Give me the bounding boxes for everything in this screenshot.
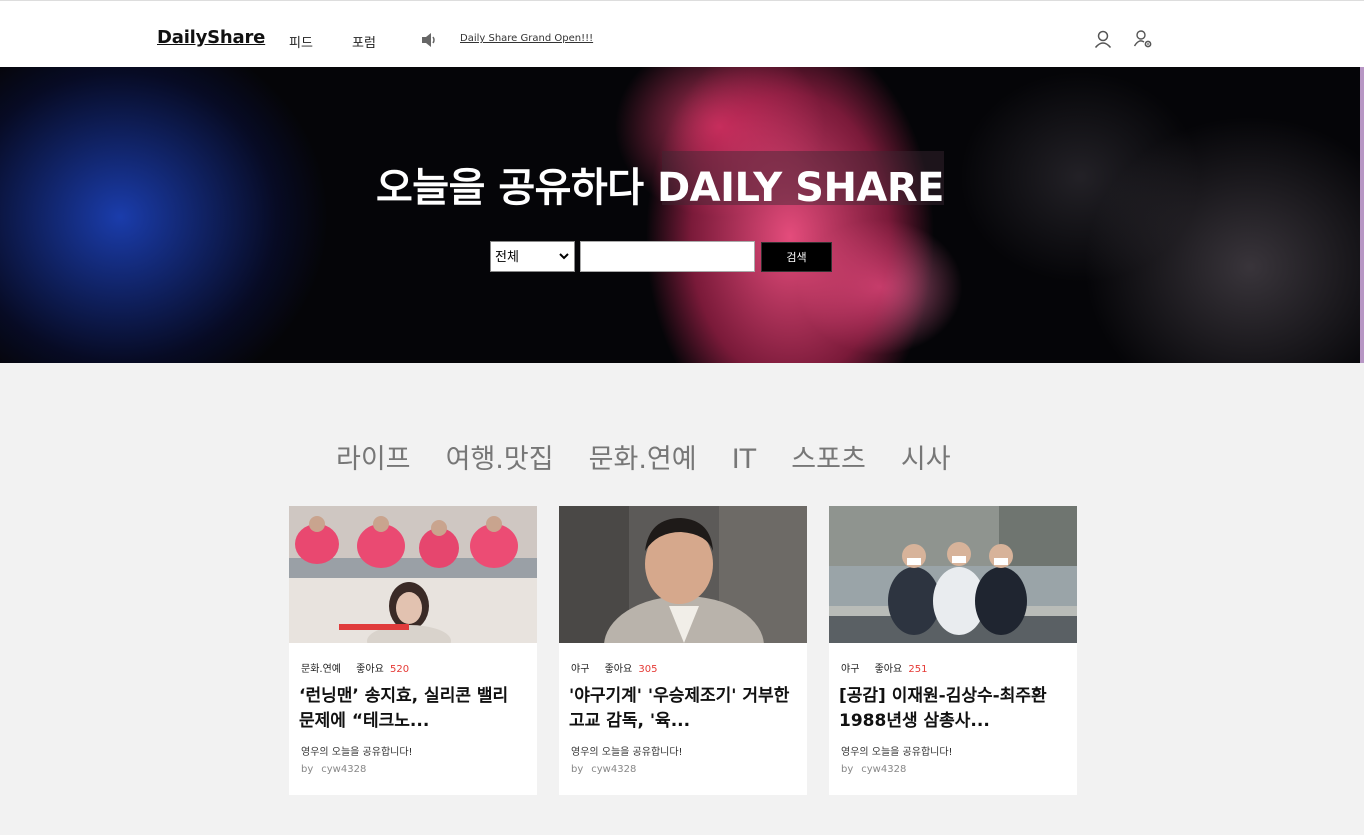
likes-label: 좋아요 xyxy=(356,664,384,675)
hero-title: 오늘을 공유하다 DAILY SHARE xyxy=(376,165,945,211)
post-author: by cyw4328 xyxy=(571,764,636,775)
hero-edge xyxy=(1360,67,1364,363)
category-current-affairs[interactable]: 시사 xyxy=(901,437,951,476)
post-meta: 야구 좋아요 305 xyxy=(571,660,657,675)
likes-count: 520 xyxy=(389,664,410,675)
post-thumbnail[interactable] xyxy=(289,506,537,643)
author-name: cyw4328 xyxy=(861,764,907,775)
post-description: 영우의 오늘을 공유합니다! xyxy=(841,747,953,758)
post-category: 야구 xyxy=(571,664,590,675)
likes-label: 좋아요 xyxy=(874,664,903,675)
category-tabs: 라이프 여행.맛집 문화.연예 IT 스포츠 시사 xyxy=(336,437,981,476)
nav-feed[interactable]: 피드 xyxy=(289,32,313,51)
post-thumbnail[interactable] xyxy=(829,506,1077,643)
post-author: by cyw4328 xyxy=(301,764,366,775)
author-name: cyw4328 xyxy=(591,764,637,775)
post-title[interactable]: [공감] 이재원-김상수-최주환 1988년생 삼총사... xyxy=(839,684,1067,734)
likes-count: 251 xyxy=(908,664,928,675)
search-button[interactable]: 검색 xyxy=(761,242,832,272)
post-description: 영우의 오늘을 공유합니다! xyxy=(571,747,683,758)
likes-label: 좋아요 xyxy=(604,664,633,675)
site-logo[interactable]: DailyShare xyxy=(157,27,265,48)
post-title[interactable]: '야구기계' '우승제조기' 거부한 고교 감독, '육... xyxy=(569,684,797,734)
select-value: 전체 xyxy=(495,250,519,265)
by-label: by xyxy=(571,764,584,775)
post-title[interactable]: ‘런닝맨’ 송지효, 실리콘 밸리 문제에 “테크노... xyxy=(299,684,527,734)
top-header: DailyShare 피드 포럼 Daily Share Grand Open!… xyxy=(0,0,1364,67)
category-life[interactable]: 라이프 xyxy=(336,437,411,476)
post-card[interactable]: 야구 좋아요 305 '야구기계' '우승제조기' 거부한 고교 감독, '육.… xyxy=(559,506,807,795)
post-thumbnail[interactable] xyxy=(559,506,807,643)
chevron-down-icon xyxy=(559,253,569,260)
post-author: by cyw4328 xyxy=(841,764,906,775)
post-category: 문화.연예 xyxy=(301,664,341,675)
category-travel-food[interactable]: 여행.맛집 xyxy=(446,437,554,476)
category-culture-entertainment[interactable]: 문화.연예 xyxy=(589,437,697,476)
author-name: cyw4328 xyxy=(321,764,367,775)
post-meta: 문화.연예 좋아요 520 xyxy=(301,660,409,675)
category-sports[interactable]: 스포츠 xyxy=(791,437,866,476)
hero-banner: 오늘을 공유하다 DAILY SHARE 전체 검색 xyxy=(0,67,1364,363)
post-description: 영우의 오늘을 공유합니다! xyxy=(301,747,413,758)
post-category: 야구 xyxy=(841,664,860,675)
by-label: by xyxy=(841,764,854,775)
nav-forum[interactable]: 포럼 xyxy=(352,32,376,51)
speaker-icon xyxy=(422,33,435,47)
post-meta: 야구 좋아요 251 xyxy=(841,660,927,675)
post-card[interactable]: 야구 좋아요 251 [공감] 이재원-김상수-최주환 1988년생 삼총사..… xyxy=(829,506,1077,795)
search-input[interactable] xyxy=(580,241,755,272)
by-label: by xyxy=(301,764,314,775)
likes-count: 305 xyxy=(638,664,658,675)
search-category-select[interactable]: 전체 xyxy=(490,241,575,272)
user-settings-icon[interactable] xyxy=(1133,29,1153,49)
post-card[interactable]: 문화.연예 좋아요 520 ‘런닝맨’ 송지효, 실리콘 밸리 문제에 “테크노… xyxy=(289,506,537,795)
category-it[interactable]: IT xyxy=(732,444,756,475)
notice-link[interactable]: Daily Share Grand Open!!! xyxy=(460,33,593,44)
user-icon[interactable] xyxy=(1093,29,1113,49)
